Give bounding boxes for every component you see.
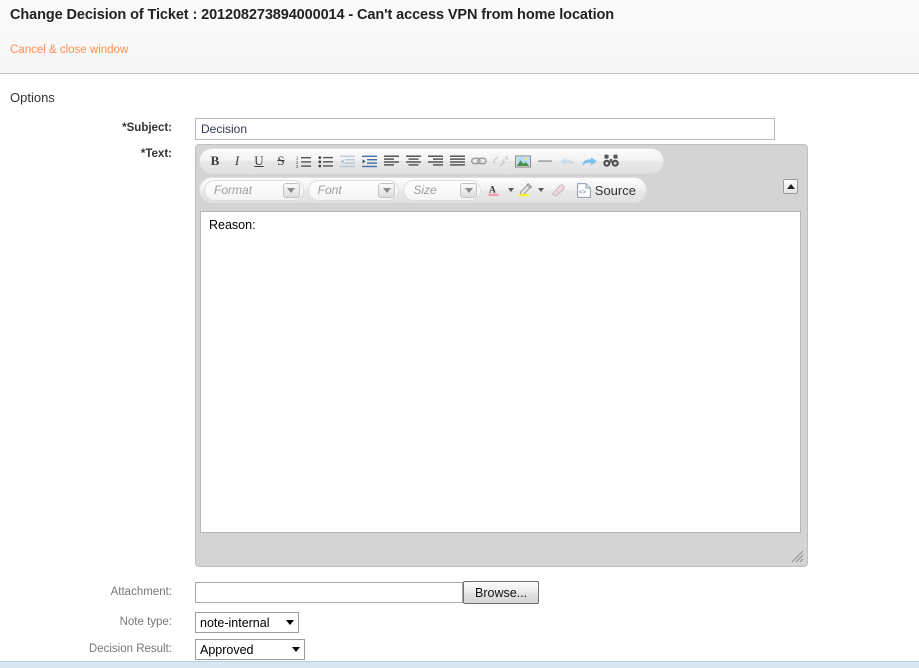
- decision-result-value: Approved: [200, 643, 284, 657]
- text-color-chevron-down-icon[interactable]: [505, 180, 516, 200]
- editor-footer: [199, 537, 804, 563]
- background-color-icon[interactable]: [516, 180, 536, 200]
- format-dropdown-label: Format: [214, 183, 283, 197]
- page-title: Change Decision of Ticket : 201208273894…: [10, 7, 614, 23]
- chevron-down-icon: [292, 647, 300, 652]
- chevron-down-icon: [283, 183, 300, 198]
- subject-label: *Subject:: [0, 122, 172, 134]
- editor-resize-handle[interactable]: [791, 550, 804, 563]
- link-icon[interactable]: [468, 151, 490, 171]
- size-dropdown-label: Size: [413, 183, 460, 197]
- window-header: Change Decision of Ticket : 201208273894…: [0, 0, 919, 74]
- bottom-status-bar: [0, 661, 919, 668]
- font-dropdown-label: Font: [318, 183, 379, 197]
- italic-icon[interactable]: I: [226, 151, 248, 171]
- underline-icon[interactable]: U: [248, 151, 270, 171]
- attachment-label: Attachment:: [0, 586, 172, 598]
- collapse-toolbar-button[interactable]: [783, 179, 798, 194]
- redo-icon[interactable]: [578, 151, 600, 171]
- note-type-value: note-internal: [200, 616, 278, 630]
- chevron-down-icon: [378, 183, 395, 198]
- image-icon[interactable]: [512, 151, 534, 171]
- unlink-icon[interactable]: [490, 151, 512, 171]
- attachment-input[interactable]: [195, 582, 463, 603]
- horizontal-rule-icon[interactable]: [534, 151, 556, 171]
- find-icon[interactable]: [600, 151, 622, 171]
- align-right-icon[interactable]: [424, 151, 446, 171]
- source-button-label: Source: [595, 183, 636, 198]
- svg-text:3: 3: [296, 164, 299, 168]
- rich-text-editor: B I U S 1 2 3: [195, 144, 808, 567]
- chevron-down-icon: [286, 620, 294, 625]
- strikethrough-icon[interactable]: S: [270, 151, 292, 171]
- subject-label-text: *Subject:: [122, 122, 172, 134]
- remove-format-icon[interactable]: [547, 180, 571, 200]
- editor-body-text: Reason:: [209, 218, 792, 232]
- source-button[interactable]: <> Source: [571, 180, 642, 200]
- form-content: Options *Subject: *Text: B I U S 1 2 3: [0, 75, 919, 661]
- font-dropdown[interactable]: Font: [308, 180, 400, 201]
- chevron-down-icon: [460, 183, 477, 198]
- editor-toolbar-row-1: B I U S 1 2 3: [199, 148, 664, 174]
- text-color-icon[interactable]: A: [485, 180, 505, 200]
- options-legend: Options: [10, 90, 55, 105]
- browse-button[interactable]: Browse...: [463, 581, 539, 604]
- bold-icon[interactable]: B: [204, 151, 226, 171]
- editor-toolbar-row-2: Format Font Size A: [199, 177, 647, 203]
- subject-input[interactable]: [195, 118, 775, 140]
- note-type-select[interactable]: note-internal: [195, 612, 299, 633]
- source-page-icon: <>: [577, 183, 591, 198]
- decision-result-label: Decision Result:: [0, 643, 172, 655]
- bulleted-list-icon[interactable]: [314, 151, 336, 171]
- justify-icon[interactable]: [446, 151, 468, 171]
- chevron-up-icon: [787, 184, 795, 189]
- text-label: *Text:: [0, 148, 172, 160]
- decision-result-select[interactable]: Approved: [195, 639, 305, 660]
- size-dropdown[interactable]: Size: [403, 180, 481, 201]
- decrease-indent-icon[interactable]: [336, 151, 358, 171]
- align-center-icon[interactable]: [402, 151, 424, 171]
- editor-content-area[interactable]: Reason:: [200, 211, 801, 533]
- numbered-list-icon[interactable]: 1 2 3: [292, 151, 314, 171]
- background-color-chevron-down-icon[interactable]: [536, 180, 547, 200]
- increase-indent-icon[interactable]: [358, 151, 380, 171]
- text-label-text: *Text:: [141, 148, 172, 160]
- format-dropdown[interactable]: Format: [204, 180, 304, 201]
- cancel-and-close-window-link[interactable]: Cancel & close window: [10, 44, 128, 56]
- svg-text:<>: <>: [579, 190, 587, 196]
- note-type-label: Note type:: [0, 616, 172, 628]
- undo-icon[interactable]: [556, 151, 578, 171]
- align-left-icon[interactable]: [380, 151, 402, 171]
